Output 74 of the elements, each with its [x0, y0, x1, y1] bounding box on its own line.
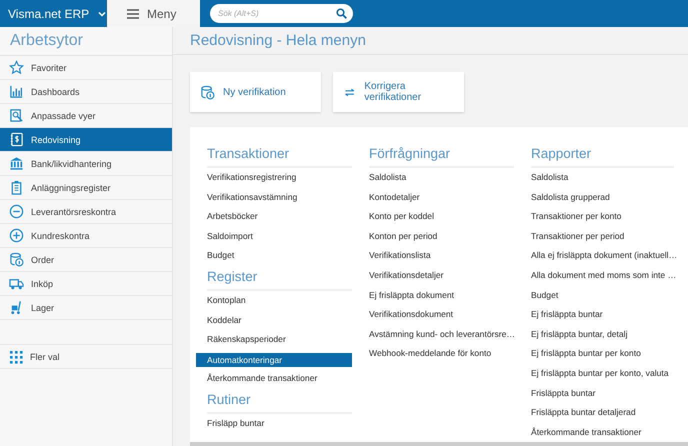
- sidebar-item[interactable]: Anläggningsregister: [0, 176, 172, 200]
- menu-link[interactable]: Verifikationsavstämning: [196, 188, 352, 208]
- bar-chart-icon: [9, 84, 24, 99]
- menu-link[interactable]: Ej frisläppta buntar: [520, 305, 674, 325]
- section-heading: Förfrågningar: [369, 143, 514, 168]
- menu-link[interactable]: Budget: [196, 246, 352, 266]
- bank-icon: [9, 156, 24, 171]
- star-icon: [9, 60, 24, 75]
- menu-link[interactable]: Verifikationsregistrering: [196, 168, 352, 188]
- menu-link[interactable]: Återkommande transaktioner: [196, 369, 352, 389]
- menu-link[interactable]: Koddelar: [196, 310, 352, 330]
- menu-link[interactable]: Alla ej frisläppta dokument (inaktuell…: [520, 246, 674, 266]
- more-options-item[interactable]: Fler val: [0, 345, 172, 369]
- menu-link[interactable]: Webhook-meddelande för konto: [358, 344, 514, 364]
- quick-action-button[interactable]: Ny verifikation: [190, 72, 321, 112]
- menu-link[interactable]: Kontodetaljer: [358, 188, 514, 208]
- menu-link[interactable]: Konton per period: [358, 226, 514, 246]
- menu-link[interactable]: Ej frisläppta buntar per konto, valuta: [520, 364, 674, 384]
- search-icon[interactable]: [336, 8, 347, 19]
- sidebar-item[interactable]: Dashboards: [0, 80, 172, 104]
- menu-link[interactable]: Arbetsböcker: [196, 207, 352, 227]
- menu-tab[interactable]: Meny: [107, 0, 200, 27]
- ledger-icon: [9, 132, 24, 147]
- database-icon: [9, 252, 24, 267]
- section-heading: Register: [207, 266, 352, 291]
- section-heading: Rutiner: [207, 388, 352, 414]
- menu-link[interactable]: Automatkonteringar: [196, 352, 352, 367]
- section-heading: Rapporter: [531, 143, 674, 168]
- menu-link[interactable]: Saldolista grupperad: [520, 188, 674, 208]
- menu-link[interactable]: Frisläppta buntar detaljerad: [520, 403, 674, 423]
- menu-link[interactable]: Transaktioner per konto: [520, 207, 674, 227]
- menu-link[interactable]: Budget: [520, 286, 674, 306]
- menu-link[interactable]: Avstämning kund- och leverantörsre…: [358, 324, 514, 344]
- sidebar-title: Arbetsytor: [0, 27, 172, 56]
- caret-icon[interactable]: [98, 10, 106, 16]
- menu-link[interactable]: Konto per koddel: [358, 207, 514, 227]
- document-search-icon: [9, 108, 24, 123]
- sidebar-item[interactable]: Kundreskontra: [0, 224, 172, 248]
- menu-link[interactable]: Saldoimport: [196, 226, 352, 246]
- grid-icon: [9, 350, 23, 364]
- menu-link[interactable]: Ej frisläppta buntar, detalj: [520, 324, 674, 344]
- menu-icon: [127, 8, 139, 18]
- menu-link[interactable]: Ej frisläppta dokument: [358, 286, 514, 306]
- menu-link[interactable]: Transaktioner per period: [520, 226, 674, 246]
- database-icon: [200, 84, 215, 100]
- menu-link[interactable]: Frisläpp buntar: [196, 414, 352, 434]
- menu-link[interactable]: Frisläppta buntar: [520, 384, 674, 404]
- brand-title: Visma.net ERP: [8, 6, 90, 20]
- clipboard-icon: [9, 180, 24, 195]
- menu-link[interactable]: Saldolista: [358, 168, 514, 188]
- section-heading: Transaktioner: [207, 143, 352, 168]
- quick-action-button[interactable]: Korrigera verifikationer: [333, 72, 464, 112]
- menu-link[interactable]: Räkenskapsperioder: [196, 330, 352, 350]
- menu-link[interactable]: Kontoplan: [196, 290, 352, 311]
- sidebar-item[interactable]: Inköp: [0, 272, 172, 296]
- page-title: Redovisning - Hela menyn: [173, 27, 688, 55]
- menu-link[interactable]: Återkommande transaktioner: [520, 422, 674, 442]
- hand-truck-icon: [9, 300, 24, 315]
- menu-link[interactable]: Verifikationsdokument: [358, 305, 514, 325]
- sidebar-item[interactable]: Favoriter: [0, 56, 172, 80]
- menu-link[interactable]: Verifikationsdetaljer: [358, 266, 514, 286]
- truck-icon: [9, 276, 24, 291]
- search-field[interactable]: Sök (Alt+S): [210, 4, 353, 23]
- sidebar-item[interactable]: Redovisning: [0, 128, 172, 152]
- sidebar-item[interactable]: Lager: [0, 296, 172, 320]
- menu-link[interactable]: Verifikationslista: [358, 246, 514, 266]
- minus-circle-icon: [9, 204, 24, 219]
- menu-link[interactable]: Alla dokument med moms som inte …: [520, 266, 674, 286]
- menu-link[interactable]: Ej frisläppta buntar per konto: [520, 344, 674, 364]
- plus-circle-icon: [9, 228, 24, 243]
- sidebar-item[interactable]: Bank/likvidhantering: [0, 152, 172, 176]
- sidebar-item[interactable]: Leverantörsreskontra: [0, 200, 172, 224]
- menu-link[interactable]: Saldolista: [520, 168, 674, 188]
- sidebar-item[interactable]: Order: [0, 248, 172, 272]
